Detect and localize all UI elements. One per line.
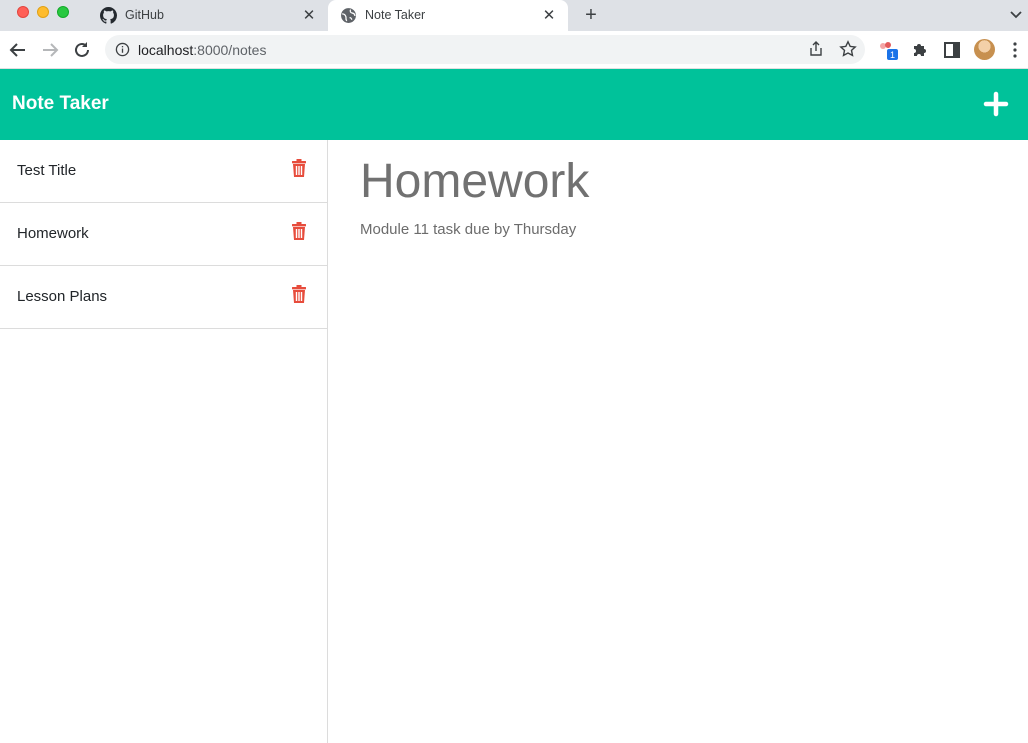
note-list: Test Title Homework Lesson Plans bbox=[0, 140, 328, 743]
site-info-icon[interactable] bbox=[115, 42, 130, 57]
note-item-title: Test Title bbox=[17, 162, 77, 179]
github-icon bbox=[100, 7, 117, 24]
close-tab-icon[interactable]: ✕ bbox=[540, 6, 558, 24]
back-icon[interactable] bbox=[7, 39, 29, 61]
note-list-item[interactable]: Test Title bbox=[0, 140, 327, 203]
note-item-title: Homework bbox=[17, 225, 89, 242]
browser-toolbar: localhost:8000/notes 1 bbox=[0, 31, 1028, 69]
tab-github[interactable]: GitHub ✕ bbox=[88, 0, 328, 31]
url-host: localhost bbox=[138, 42, 194, 58]
note-editor: Homework Module 11 task due by Thursday bbox=[328, 140, 1028, 743]
app-navbar: Note Taker bbox=[0, 69, 1028, 140]
url-path: :8000/notes bbox=[193, 42, 267, 58]
more-menu-icon[interactable] bbox=[1012, 41, 1018, 59]
address-bar[interactable]: localhost:8000/notes bbox=[105, 35, 865, 64]
profile-avatar[interactable] bbox=[974, 39, 995, 60]
side-panel-icon[interactable] bbox=[942, 40, 962, 60]
app-brand[interactable]: Note Taker bbox=[12, 93, 109, 115]
close-tab-icon[interactable]: ✕ bbox=[300, 6, 318, 24]
note-title-field[interactable]: Homework bbox=[360, 154, 589, 209]
new-note-plus-icon[interactable] bbox=[983, 91, 1009, 117]
reload-icon[interactable] bbox=[71, 39, 93, 61]
extension-logo-icon: 1 bbox=[880, 42, 898, 60]
note-list-item[interactable]: Lesson Plans bbox=[0, 266, 327, 329]
extension-badge: 1 bbox=[890, 50, 895, 60]
trash-icon[interactable] bbox=[291, 222, 307, 241]
forward-icon[interactable] bbox=[39, 39, 61, 61]
tab-title: Note Taker bbox=[365, 8, 426, 22]
globe-icon bbox=[341, 8, 356, 23]
puzzle-icon[interactable] bbox=[910, 40, 930, 60]
maximize-window-button[interactable] bbox=[57, 6, 69, 18]
trash-icon[interactable] bbox=[291, 285, 307, 304]
url-text: localhost:8000/notes bbox=[138, 42, 266, 58]
trash-icon[interactable] bbox=[291, 159, 307, 178]
tab-search-chevron-icon[interactable] bbox=[1008, 6, 1024, 22]
browser-tab-strip: GitHub ✕ Note Taker ✕ + bbox=[0, 0, 1028, 31]
note-item-title: Lesson Plans bbox=[17, 288, 108, 305]
bookmark-star-icon[interactable] bbox=[839, 40, 857, 58]
tab-title: GitHub bbox=[125, 8, 164, 22]
extension-icon[interactable]: 1 bbox=[878, 40, 898, 60]
share-icon[interactable] bbox=[808, 41, 824, 57]
note-text-field[interactable]: Module 11 task due by Thursday bbox=[360, 221, 576, 238]
minimize-window-button[interactable] bbox=[37, 6, 49, 18]
close-window-button[interactable] bbox=[17, 6, 29, 18]
tab-note-taker[interactable]: Note Taker ✕ bbox=[328, 0, 568, 31]
note-list-item[interactable]: Homework bbox=[0, 203, 327, 266]
new-tab-button[interactable]: + bbox=[580, 4, 602, 26]
